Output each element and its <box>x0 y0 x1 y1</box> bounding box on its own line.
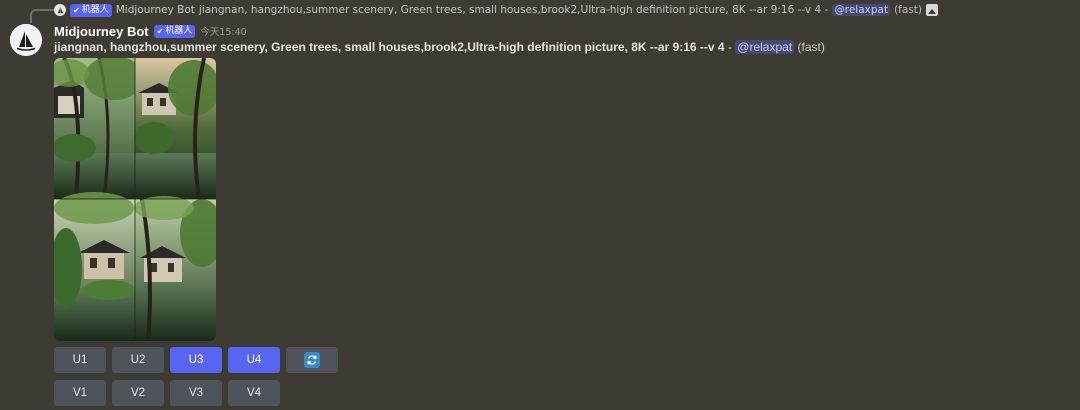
image-quadrant-3[interactable] <box>54 192 135 341</box>
generated-image-grid[interactable] <box>54 58 216 341</box>
reply-mention[interactable]: @relaxpat <box>832 4 891 16</box>
timestamp[interactable]: 今天15:40 <box>200 24 246 38</box>
reply-spine <box>30 9 54 23</box>
image-quadrant-2[interactable] <box>134 58 216 200</box>
upscale-2-button[interactable]: U2 <box>112 347 164 373</box>
refresh-icon <box>304 352 320 368</box>
variation-button-row: V1 V2 V3 V4 <box>54 380 280 406</box>
verified-check-icon: ✔ <box>73 5 80 15</box>
verified-check-icon: ✔ <box>156 26 164 36</box>
upscale-4-button[interactable]: U4 <box>228 347 280 373</box>
chat-message-view: ✔ 机器人 Midjourney Bot jiangnan, hangzhou,… <box>0 0 1080 410</box>
reply-reference[interactable]: ✔ 机器人 Midjourney Bot jiangnan, hangzhou,… <box>54 2 938 18</box>
avatar[interactable] <box>10 24 42 56</box>
prompt-text: jiangnan, hangzhou,summer scenery, Green… <box>54 40 725 54</box>
reply-text: jiangnan, hangzhou,summer scenery, Green… <box>198 4 829 16</box>
variation-4-button[interactable]: V4 <box>228 380 280 406</box>
image-quadrant-4[interactable] <box>134 196 216 341</box>
reroll-button[interactable] <box>286 347 338 373</box>
reply-speed: (fast) <box>894 4 922 16</box>
image-attachment-icon <box>926 4 938 16</box>
upscale-3-button[interactable]: U3 <box>170 347 222 373</box>
bot-tag: ✔ 机器人 <box>153 24 196 38</box>
upscale-1-button[interactable]: U1 <box>54 347 106 373</box>
variation-2-button[interactable]: V2 <box>112 380 164 406</box>
separator: - <box>724 40 736 54</box>
speed-label: (fast) <box>797 40 825 54</box>
reply-bot-tag: ✔ 机器人 <box>70 3 112 17</box>
variation-3-button[interactable]: V3 <box>170 380 222 406</box>
mention[interactable]: @relaxpat <box>735 40 795 54</box>
variation-1-button[interactable]: V1 <box>54 380 106 406</box>
image-quadrant-1[interactable] <box>54 58 144 200</box>
message-content: jiangnan, hangzhou,summer scenery, Green… <box>54 40 1064 54</box>
reply-username[interactable]: Midjourney Bot <box>116 4 195 16</box>
message-header: Midjourney Bot ✔ 机器人 今天15:40 <box>54 22 247 40</box>
upscale-button-row: U1 U2 U3 U4 <box>54 347 338 373</box>
reply-avatar-icon <box>54 4 66 16</box>
username[interactable]: Midjourney Bot <box>54 24 149 39</box>
